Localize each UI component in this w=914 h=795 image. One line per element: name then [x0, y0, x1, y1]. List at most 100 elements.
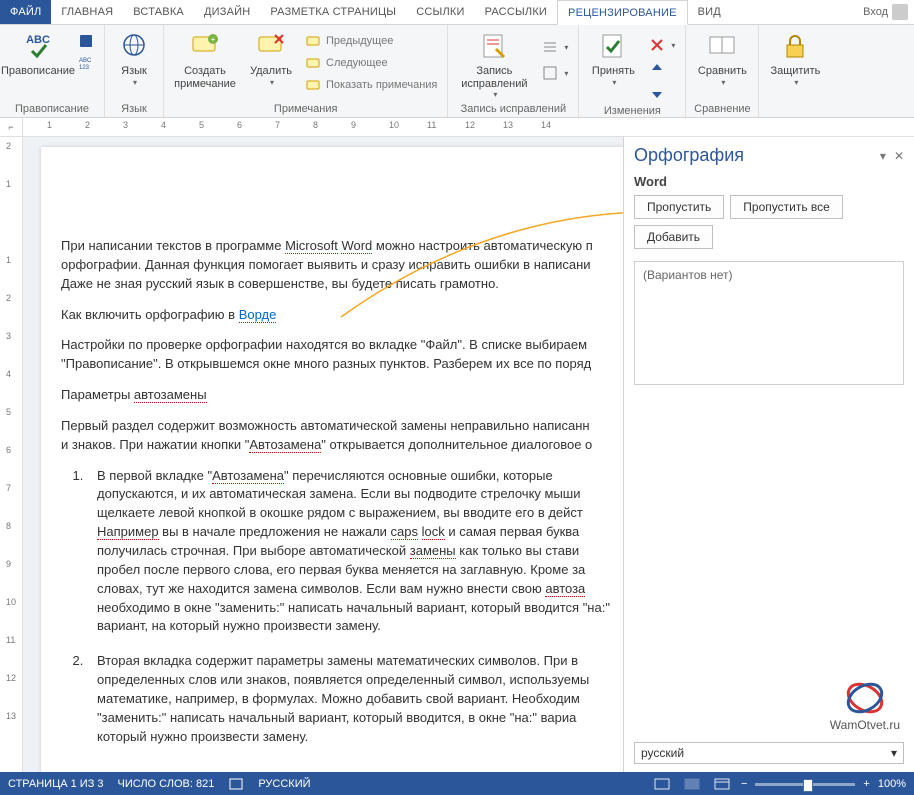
comment-delete-icon: [255, 31, 287, 63]
ruler-horizontal: ⌐ 1234567891011121314: [0, 118, 914, 137]
list-item: В первой вкладке "Автозамена" перечисляю…: [87, 467, 621, 637]
spelling-pane: Орфография ▾ ✕ Word Пропустить Пропустить…: [623, 137, 914, 772]
zoom-out-button[interactable]: −: [741, 778, 747, 790]
chevron-down-icon: ▾: [891, 746, 897, 760]
show-comments-button[interactable]: Показать примечания: [302, 75, 441, 95]
group-compare-label: Сравнение: [692, 101, 752, 117]
ruler-vertical: 2112345678910111213: [0, 137, 23, 772]
tracking-opt1[interactable]: ▾: [538, 37, 572, 57]
accept-button[interactable]: Принять▾: [585, 27, 641, 87]
svg-text:ABC: ABC: [26, 34, 50, 46]
arrow-down-icon: [649, 85, 665, 101]
globe-icon: [118, 31, 150, 63]
tab-design[interactable]: ДИЗАЙН: [194, 0, 260, 24]
abc-check-icon: ABC: [22, 31, 54, 63]
add-button[interactable]: Добавить: [634, 225, 713, 249]
spelling-button[interactable]: ABC Правописание: [6, 27, 70, 78]
ribbon: ABC Правописание ABC123 Правописание Язы…: [0, 25, 914, 118]
language-label: Язык: [121, 65, 147, 78]
status-language[interactable]: РУССКИЙ: [258, 778, 310, 790]
group-spelling-label: Правописание: [6, 101, 98, 117]
tab-layout[interactable]: РАЗМЕТКА СТРАНИЦЫ: [260, 0, 406, 24]
status-page[interactable]: СТРАНИЦА 1 ИЗ 3: [8, 778, 104, 790]
content-area: 2112345678910111213 При написании тексто…: [0, 137, 914, 772]
skip-button[interactable]: Пропустить: [634, 195, 724, 219]
tab-view[interactable]: ВИД: [688, 0, 731, 24]
suggestions-box: (Вариантов нет): [634, 261, 904, 385]
view-print-button[interactable]: [681, 776, 703, 792]
tab-file[interactable]: ФАЙЛ: [0, 0, 51, 24]
pane-close-icon[interactable]: ✕: [894, 149, 904, 163]
pane-menu-icon[interactable]: ▾: [880, 149, 886, 163]
count-icon: ABC123: [78, 55, 94, 71]
language-select[interactable]: русский▾: [634, 742, 904, 764]
spell-error[interactable]: Word: [341, 238, 372, 254]
spell-error[interactable]: Автозамена: [249, 437, 321, 453]
logo-icon: [843, 676, 887, 720]
group-changes: Принять▾ ▾ Изменения: [579, 25, 686, 117]
view-read-button[interactable]: [651, 776, 673, 792]
avatar-icon: [892, 4, 908, 20]
group-comments: + Создать примечание Удалить▾ Предыдущее…: [164, 25, 448, 117]
tab-review[interactable]: РЕЦЕНЗИРОВАНИЕ: [557, 0, 688, 25]
spell-error[interactable]: автозамены: [134, 387, 207, 403]
skip-all-button[interactable]: Пропустить все: [730, 195, 843, 219]
pane-icon: [542, 65, 558, 81]
list-icon: [542, 39, 558, 55]
list-item: Вторая вкладка содержит параметры замены…: [87, 652, 621, 746]
zoom-value[interactable]: 100%: [878, 778, 906, 790]
tab-home[interactable]: ГЛАВНАЯ: [51, 0, 123, 24]
tab-references[interactable]: ССЫЛКИ: [406, 0, 474, 24]
zoom-in-button[interactable]: +: [863, 778, 869, 790]
compare-button[interactable]: Сравнить▾: [692, 27, 752, 87]
document-page: При написании текстов в программе Micros…: [41, 147, 623, 772]
tracking-opt2[interactable]: ▾: [538, 63, 572, 83]
tab-insert[interactable]: ВСТАВКА: [123, 0, 194, 24]
view-web-button[interactable]: [711, 776, 733, 792]
protect-label: Защитить: [770, 65, 820, 78]
next-change-button[interactable]: [645, 83, 679, 103]
book-icon: [228, 776, 244, 792]
track-changes-button[interactable]: Запись исправлений▾: [454, 27, 534, 99]
spell-error[interactable]: Microsoft: [285, 238, 338, 254]
reject-button[interactable]: ▾: [645, 35, 679, 55]
watermark-logo: WamOtvet.ru: [830, 676, 900, 732]
group-tracking-label: Запись исправлений: [454, 101, 572, 117]
zoom-slider[interactable]: [755, 783, 855, 786]
accept-icon: [597, 31, 629, 63]
status-words[interactable]: ЧИСЛО СЛОВ: 821: [118, 778, 215, 790]
thesaurus-button[interactable]: [74, 31, 98, 51]
prev-comment-button[interactable]: Предыдущее: [302, 31, 441, 51]
pane-title: Орфография: [634, 145, 744, 166]
pane-current-word: Word: [624, 174, 914, 195]
spelling-label: Правописание: [1, 65, 75, 78]
wordcount-button[interactable]: ABC123: [74, 53, 98, 73]
ruler-corner: ⌐: [0, 118, 23, 136]
group-comments-label: Примечания: [170, 101, 441, 117]
protect-button[interactable]: Защитить▾: [765, 27, 825, 87]
svg-text:123: 123: [79, 65, 90, 71]
chevron-down-icon: ▾: [612, 78, 616, 87]
tab-mailings[interactable]: РАССЫЛКИ: [475, 0, 557, 24]
chevron-down-icon: ▾: [794, 78, 798, 87]
comment-prev-icon: [306, 33, 322, 49]
reject-icon: [649, 37, 665, 53]
comment-show-icon: [306, 77, 322, 93]
delete-comment-button[interactable]: Удалить▾: [244, 27, 298, 87]
login-label: Вход: [863, 6, 888, 18]
new-comment-button[interactable]: + Создать примечание: [170, 27, 240, 90]
group-language: Язык▾ Язык: [105, 25, 164, 117]
status-proofing[interactable]: [228, 776, 244, 792]
new-comment-label: Создать примечание: [174, 65, 236, 90]
chevron-down-icon: ▾: [133, 78, 137, 87]
document-viewport[interactable]: При написании текстов в программе Micros…: [23, 137, 623, 772]
prev-change-button[interactable]: [645, 59, 679, 79]
login-button[interactable]: Вход: [857, 0, 914, 24]
next-comment-button[interactable]: Следующее: [302, 53, 441, 73]
language-button[interactable]: Язык▾: [111, 27, 157, 87]
group-changes-label: Изменения: [585, 103, 679, 119]
link-word[interactable]: Ворде: [239, 307, 277, 323]
compare-icon: [706, 31, 738, 63]
book-icon: [78, 33, 94, 49]
status-bar: СТРАНИЦА 1 ИЗ 3 ЧИСЛО СЛОВ: 821 РУССКИЙ …: [0, 772, 914, 795]
